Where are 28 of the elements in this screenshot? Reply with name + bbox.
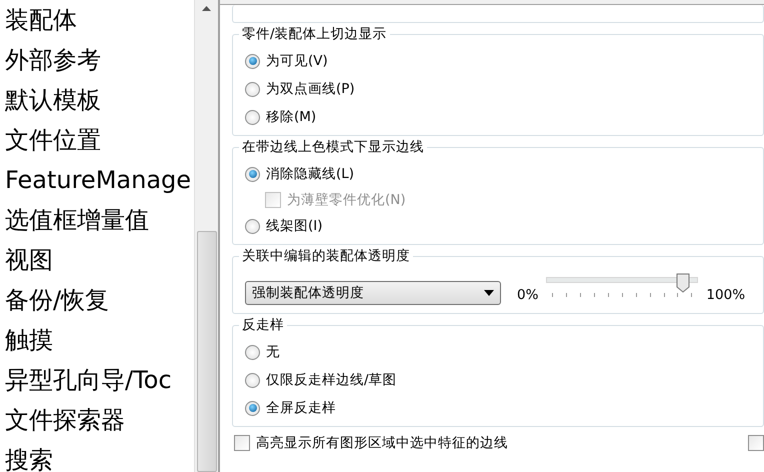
sidebar-item[interactable]: 文件位置 — [5, 120, 194, 160]
option-label[interactable]: 移除(M) — [266, 106, 316, 128]
option-label[interactable]: 为可见(V) — [266, 50, 328, 72]
sidebar-item[interactable]: FeatureManage — [5, 160, 194, 200]
option-label[interactable]: 无 — [266, 342, 280, 362]
sidebar-item[interactable]: 外部参考 — [5, 40, 194, 80]
sidebar-item[interactable]: 文件探索器 — [5, 400, 194, 440]
slider-max-label: 100% — [706, 286, 746, 305]
sidebar-item[interactable]: 视图 — [5, 240, 194, 280]
group-title: 在带边线上色模式下显示边线 — [239, 138, 427, 156]
group-title: 关联中编辑的装配体透明度 — [239, 247, 413, 265]
group-title: 零件/装配体上切边显示 — [239, 25, 390, 43]
sidebar-item[interactable]: 搜索 — [5, 440, 194, 472]
sidebar-item[interactable]: 异型孔向导/Toc — [5, 360, 194, 400]
option-label[interactable]: 全屏反走样 — [266, 398, 336, 418]
option-label[interactable]: 仅限反走样边线/草图 — [266, 370, 397, 390]
group-title: 反走样 — [239, 316, 287, 334]
sidebar-item[interactable]: 备份/恢复 — [5, 280, 194, 320]
slider-min-label: 0% — [517, 286, 538, 305]
sidebar-item[interactable]: 装配体 — [5, 0, 194, 40]
option-label[interactable]: 线架图(I) — [266, 216, 323, 236]
sidebar-item[interactable]: 触摸 — [5, 320, 194, 360]
checkbox-label[interactable]: 高亮显示所有图形区域中选中特征的边线 — [256, 433, 508, 454]
sidebar-item[interactable]: 默认模板 — [5, 80, 194, 120]
sidebar-item[interactable]: 选值框增量值 — [5, 200, 194, 240]
option-label[interactable]: 为双点画线(P) — [266, 78, 355, 100]
option-label[interactable]: 消除隐藏线(L) — [266, 164, 354, 184]
dropdown[interactable]: 强制装配体透明度 — [245, 281, 501, 305]
